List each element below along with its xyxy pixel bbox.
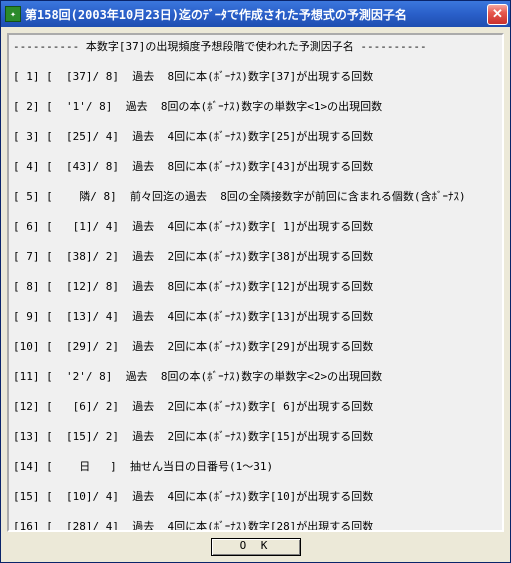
button-bar: O K xyxy=(1,538,510,562)
list-item: [ 5] [ 隣/ 8] 前々回迄の過去 8回の全隣接数字が前回に含まれる個数(… xyxy=(13,189,498,204)
section1-header: ---------- 本数字[37]の出現頻度予想段階で使われた予測因子名 --… xyxy=(13,39,498,54)
window: ✦ 第158回(2003年10月23日)迄のﾃﾞｰﾀで作成された予想式の予測因子… xyxy=(0,0,511,563)
list-item: [ 1] [ [37]/ 8] 過去 8回に本(ﾎﾞｰﾅｽ)数字[37]が出現す… xyxy=(13,69,498,84)
list-item: [13] [ [15]/ 2] 過去 2回に本(ﾎﾞｰﾅｽ)数字[15]が出現す… xyxy=(13,429,498,444)
list-item: [10] [ [29]/ 2] 過去 2回に本(ﾎﾞｰﾅｽ)数字[29]が出現す… xyxy=(13,339,498,354)
list-item: [ 7] [ [38]/ 2] 過去 2回に本(ﾎﾞｰﾅｽ)数字[38]が出現す… xyxy=(13,249,498,264)
list-item: [ 3] [ [25]/ 4] 過去 4回に本(ﾎﾞｰﾅｽ)数字[25]が出現す… xyxy=(13,129,498,144)
close-button[interactable]: ✕ xyxy=(487,4,508,25)
list-item: [ 8] [ [12]/ 8] 過去 8回に本(ﾎﾞｰﾅｽ)数字[12]が出現す… xyxy=(13,279,498,294)
list-item: [15] [ [10]/ 4] 過去 4回に本(ﾎﾞｰﾅｽ)数字[10]が出現す… xyxy=(13,489,498,504)
ok-button[interactable]: O K xyxy=(211,538,301,556)
list-item: [ 4] [ [43]/ 8] 過去 8回に本(ﾎﾞｰﾅｽ)数字[43]が出現す… xyxy=(13,159,498,174)
list-item: [ 6] [ [1]/ 4] 過去 4回に本(ﾎﾞｰﾅｽ)数字[ 1]が出現する… xyxy=(13,219,498,234)
list-item: [ 2] [ '1'/ 8] 過去 8回の本(ﾎﾞｰﾅｽ)数字の単数字<1>の出… xyxy=(13,99,498,114)
titlebar: ✦ 第158回(2003年10月23日)迄のﾃﾞｰﾀで作成された予想式の予測因子… xyxy=(1,1,510,27)
list-item: [ 9] [ [13]/ 4] 過去 4回に本(ﾎﾞｰﾅｽ)数字[13]が出現す… xyxy=(13,309,498,324)
list-item: [14] [ 日 ] 抽せん当日の日番号(1～31) xyxy=(13,459,498,474)
close-icon: ✕ xyxy=(492,6,503,22)
window-title: 第158回(2003年10月23日)迄のﾃﾞｰﾀで作成された予想式の予測因子名 xyxy=(25,6,487,23)
list-item: [16] [ [28]/ 4] 過去 4回に本(ﾎﾞｰﾅｽ)数字[28]が出現す… xyxy=(13,519,498,532)
list-item: [12] [ [6]/ 2] 過去 2回に本(ﾎﾞｰﾅｽ)数字[ 6]が出現する… xyxy=(13,399,498,414)
list-item: [11] [ '2'/ 8] 過去 8回の本(ﾎﾞｰﾅｽ)数字の単数字<2>の出… xyxy=(13,369,498,384)
content-area: ---------- 本数字[37]の出現頻度予想段階で使われた予測因子名 --… xyxy=(7,33,504,532)
app-icon: ✦ xyxy=(5,6,21,22)
